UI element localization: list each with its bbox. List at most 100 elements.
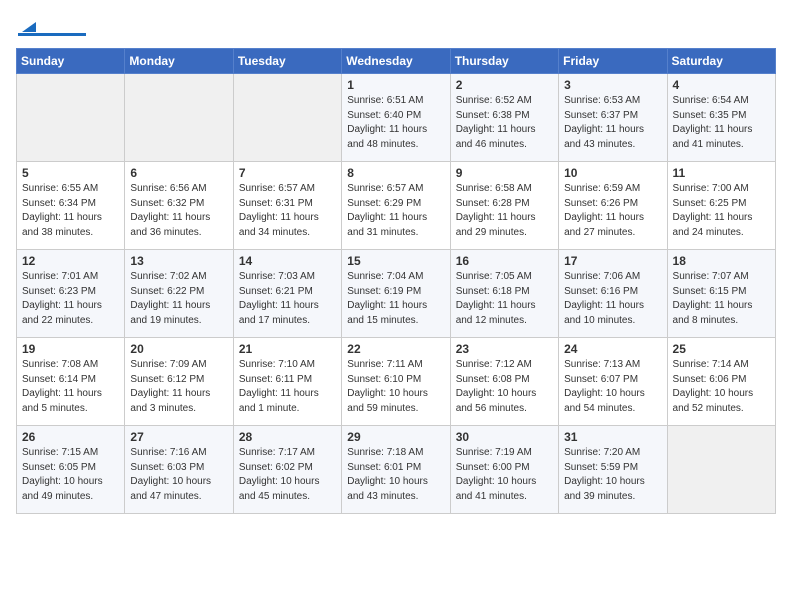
day-number: 16 [456, 254, 553, 268]
calendar-cell: 29 Sunrise: 7:18 AM Sunset: 6:01 PM Dayli… [342, 426, 450, 514]
col-header-sunday: Sunday [17, 49, 125, 74]
day-number: 29 [347, 430, 444, 444]
calendar-cell: 25 Sunrise: 7:14 AM Sunset: 6:06 PM Dayli… [667, 338, 775, 426]
day-number: 3 [564, 78, 661, 92]
day-number: 4 [673, 78, 770, 92]
day-info: Sunrise: 7:20 AM Sunset: 5:59 PM Dayligh… [564, 446, 661, 504]
day-info: Sunrise: 6:51 AM Sunset: 6:40 PM Dayligh… [347, 94, 444, 152]
day-number: 15 [347, 254, 444, 268]
day-number: 13 [130, 254, 227, 268]
day-number: 17 [564, 254, 661, 268]
calendar-cell: 30 Sunrise: 7:19 AM Sunset: 6:00 PM Dayli… [450, 426, 558, 514]
calendar-cell [17, 74, 125, 162]
day-info: Sunrise: 7:14 AM Sunset: 6:06 PM Dayligh… [673, 358, 770, 416]
day-info: Sunrise: 6:56 AM Sunset: 6:32 PM Dayligh… [130, 182, 227, 240]
day-number: 9 [456, 166, 553, 180]
day-number: 7 [239, 166, 336, 180]
day-number: 18 [673, 254, 770, 268]
calendar-cell: 15 Sunrise: 7:04 AM Sunset: 6:19 PM Dayli… [342, 250, 450, 338]
day-info: Sunrise: 6:57 AM Sunset: 6:29 PM Dayligh… [347, 182, 444, 240]
calendar-cell: 22 Sunrise: 7:11 AM Sunset: 6:10 PM Dayli… [342, 338, 450, 426]
day-info: Sunrise: 6:58 AM Sunset: 6:28 PM Dayligh… [456, 182, 553, 240]
calendar-cell: 12 Sunrise: 7:01 AM Sunset: 6:23 PM Dayli… [17, 250, 125, 338]
calendar-header: SundayMondayTuesdayWednesdayThursdayFrid… [17, 49, 776, 74]
day-number: 30 [456, 430, 553, 444]
day-info: Sunrise: 7:13 AM Sunset: 6:07 PM Dayligh… [564, 358, 661, 416]
day-info: Sunrise: 6:59 AM Sunset: 6:26 PM Dayligh… [564, 182, 661, 240]
calendar-cell: 26Sunrise: 7:15 AM Sunset: 6:05 PM Dayli… [17, 426, 125, 514]
day-info: Sunrise: 7:03 AM Sunset: 6:21 PM Dayligh… [239, 270, 336, 328]
col-header-saturday: Saturday [667, 49, 775, 74]
page-header [16, 16, 776, 36]
calendar-cell: 21 Sunrise: 7:10 AM Sunset: 6:11 PM Dayli… [233, 338, 341, 426]
day-info: Sunrise: 7:11 AM Sunset: 6:10 PM Dayligh… [347, 358, 444, 416]
day-info: Sunrise: 6:52 AM Sunset: 6:38 PM Dayligh… [456, 94, 553, 152]
day-number: 31 [564, 430, 661, 444]
day-number: 22 [347, 342, 444, 356]
calendar-week-2: 5Sunrise: 6:55 AM Sunset: 6:34 PM Daylig… [17, 162, 776, 250]
calendar-cell: 4 Sunrise: 6:54 AM Sunset: 6:35 PM Daylig… [667, 74, 775, 162]
col-header-wednesday: Wednesday [342, 49, 450, 74]
calendar-cell: 2Sunrise: 6:52 AM Sunset: 6:38 PM Daylig… [450, 74, 558, 162]
day-info: Sunrise: 7:18 AM Sunset: 6:01 PM Dayligh… [347, 446, 444, 504]
calendar-week-4: 19 Sunrise: 7:08 AM Sunset: 6:14 PM Dayli… [17, 338, 776, 426]
day-info: Sunrise: 7:15 AM Sunset: 6:05 PM Dayligh… [22, 446, 119, 504]
day-info: Sunrise: 7:04 AM Sunset: 6:19 PM Dayligh… [347, 270, 444, 328]
day-number: 21 [239, 342, 336, 356]
day-info: Sunrise: 7:10 AM Sunset: 6:11 PM Dayligh… [239, 358, 336, 416]
calendar-cell [667, 426, 775, 514]
day-number: 14 [239, 254, 336, 268]
calendar-cell: 28 Sunrise: 7:17 AM Sunset: 6:02 PM Dayli… [233, 426, 341, 514]
day-info: Sunrise: 7:12 AM Sunset: 6:08 PM Dayligh… [456, 358, 553, 416]
col-header-monday: Monday [125, 49, 233, 74]
calendar-cell [125, 74, 233, 162]
calendar-cell: 18 Sunrise: 7:07 AM Sunset: 6:15 PM Dayli… [667, 250, 775, 338]
day-info: Sunrise: 7:09 AM Sunset: 6:12 PM Dayligh… [130, 358, 227, 416]
calendar-table: SundayMondayTuesdayWednesdayThursdayFrid… [16, 48, 776, 514]
day-number: 27 [130, 430, 227, 444]
calendar-cell: 1 Sunrise: 6:51 AM Sunset: 6:40 PM Daylig… [342, 74, 450, 162]
day-number: 28 [239, 430, 336, 444]
day-number: 25 [673, 342, 770, 356]
day-info: Sunrise: 6:54 AM Sunset: 6:35 PM Dayligh… [673, 94, 770, 152]
day-number: 1 [347, 78, 444, 92]
col-header-thursday: Thursday [450, 49, 558, 74]
day-info: Sunrise: 7:16 AM Sunset: 6:03 PM Dayligh… [130, 446, 227, 504]
calendar-cell: 11 Sunrise: 7:00 AM Sunset: 6:25 PM Dayli… [667, 162, 775, 250]
day-number: 11 [673, 166, 770, 180]
col-header-tuesday: Tuesday [233, 49, 341, 74]
day-number: 24 [564, 342, 661, 356]
day-number: 8 [347, 166, 444, 180]
calendar-cell: 20 Sunrise: 7:09 AM Sunset: 6:12 PM Dayli… [125, 338, 233, 426]
day-info: Sunrise: 7:19 AM Sunset: 6:00 PM Dayligh… [456, 446, 553, 504]
day-number: 19 [22, 342, 119, 356]
calendar-cell: 10Sunrise: 6:59 AM Sunset: 6:26 PM Dayli… [559, 162, 667, 250]
calendar-cell: 17Sunrise: 7:06 AM Sunset: 6:16 PM Dayli… [559, 250, 667, 338]
calendar-cell [233, 74, 341, 162]
day-info: Sunrise: 7:08 AM Sunset: 6:14 PM Dayligh… [22, 358, 119, 416]
day-number: 23 [456, 342, 553, 356]
calendar-week-3: 12 Sunrise: 7:01 AM Sunset: 6:23 PM Dayli… [17, 250, 776, 338]
calendar-cell: 13 Sunrise: 7:02 AM Sunset: 6:22 PM Dayli… [125, 250, 233, 338]
calendar-cell: 19 Sunrise: 7:08 AM Sunset: 6:14 PM Dayli… [17, 338, 125, 426]
calendar-week-1: 1 Sunrise: 6:51 AM Sunset: 6:40 PM Daylig… [17, 74, 776, 162]
day-info: Sunrise: 7:17 AM Sunset: 6:02 PM Dayligh… [239, 446, 336, 504]
calendar-cell: 9 Sunrise: 6:58 AM Sunset: 6:28 PM Daylig… [450, 162, 558, 250]
day-info: Sunrise: 6:53 AM Sunset: 6:37 PM Dayligh… [564, 94, 661, 152]
calendar-cell: 14 Sunrise: 7:03 AM Sunset: 6:21 PM Dayli… [233, 250, 341, 338]
col-header-friday: Friday [559, 49, 667, 74]
calendar-cell: 6 Sunrise: 6:56 AM Sunset: 6:32 PM Daylig… [125, 162, 233, 250]
day-info: Sunrise: 7:07 AM Sunset: 6:15 PM Dayligh… [673, 270, 770, 328]
calendar-cell: 23 Sunrise: 7:12 AM Sunset: 6:08 PM Dayli… [450, 338, 558, 426]
day-info: Sunrise: 7:05 AM Sunset: 6:18 PM Dayligh… [456, 270, 553, 328]
day-number: 6 [130, 166, 227, 180]
day-number: 20 [130, 342, 227, 356]
day-info: Sunrise: 6:55 AM Sunset: 6:34 PM Dayligh… [22, 182, 119, 240]
calendar-cell: 16 Sunrise: 7:05 AM Sunset: 6:18 PM Dayli… [450, 250, 558, 338]
day-number: 12 [22, 254, 119, 268]
calendar-cell: 7Sunrise: 6:57 AM Sunset: 6:31 PM Daylig… [233, 162, 341, 250]
day-info: Sunrise: 7:00 AM Sunset: 6:25 PM Dayligh… [673, 182, 770, 240]
calendar-cell: 8 Sunrise: 6:57 AM Sunset: 6:29 PM Daylig… [342, 162, 450, 250]
day-info: Sunrise: 7:02 AM Sunset: 6:22 PM Dayligh… [130, 270, 227, 328]
day-info: Sunrise: 7:01 AM Sunset: 6:23 PM Dayligh… [22, 270, 119, 328]
